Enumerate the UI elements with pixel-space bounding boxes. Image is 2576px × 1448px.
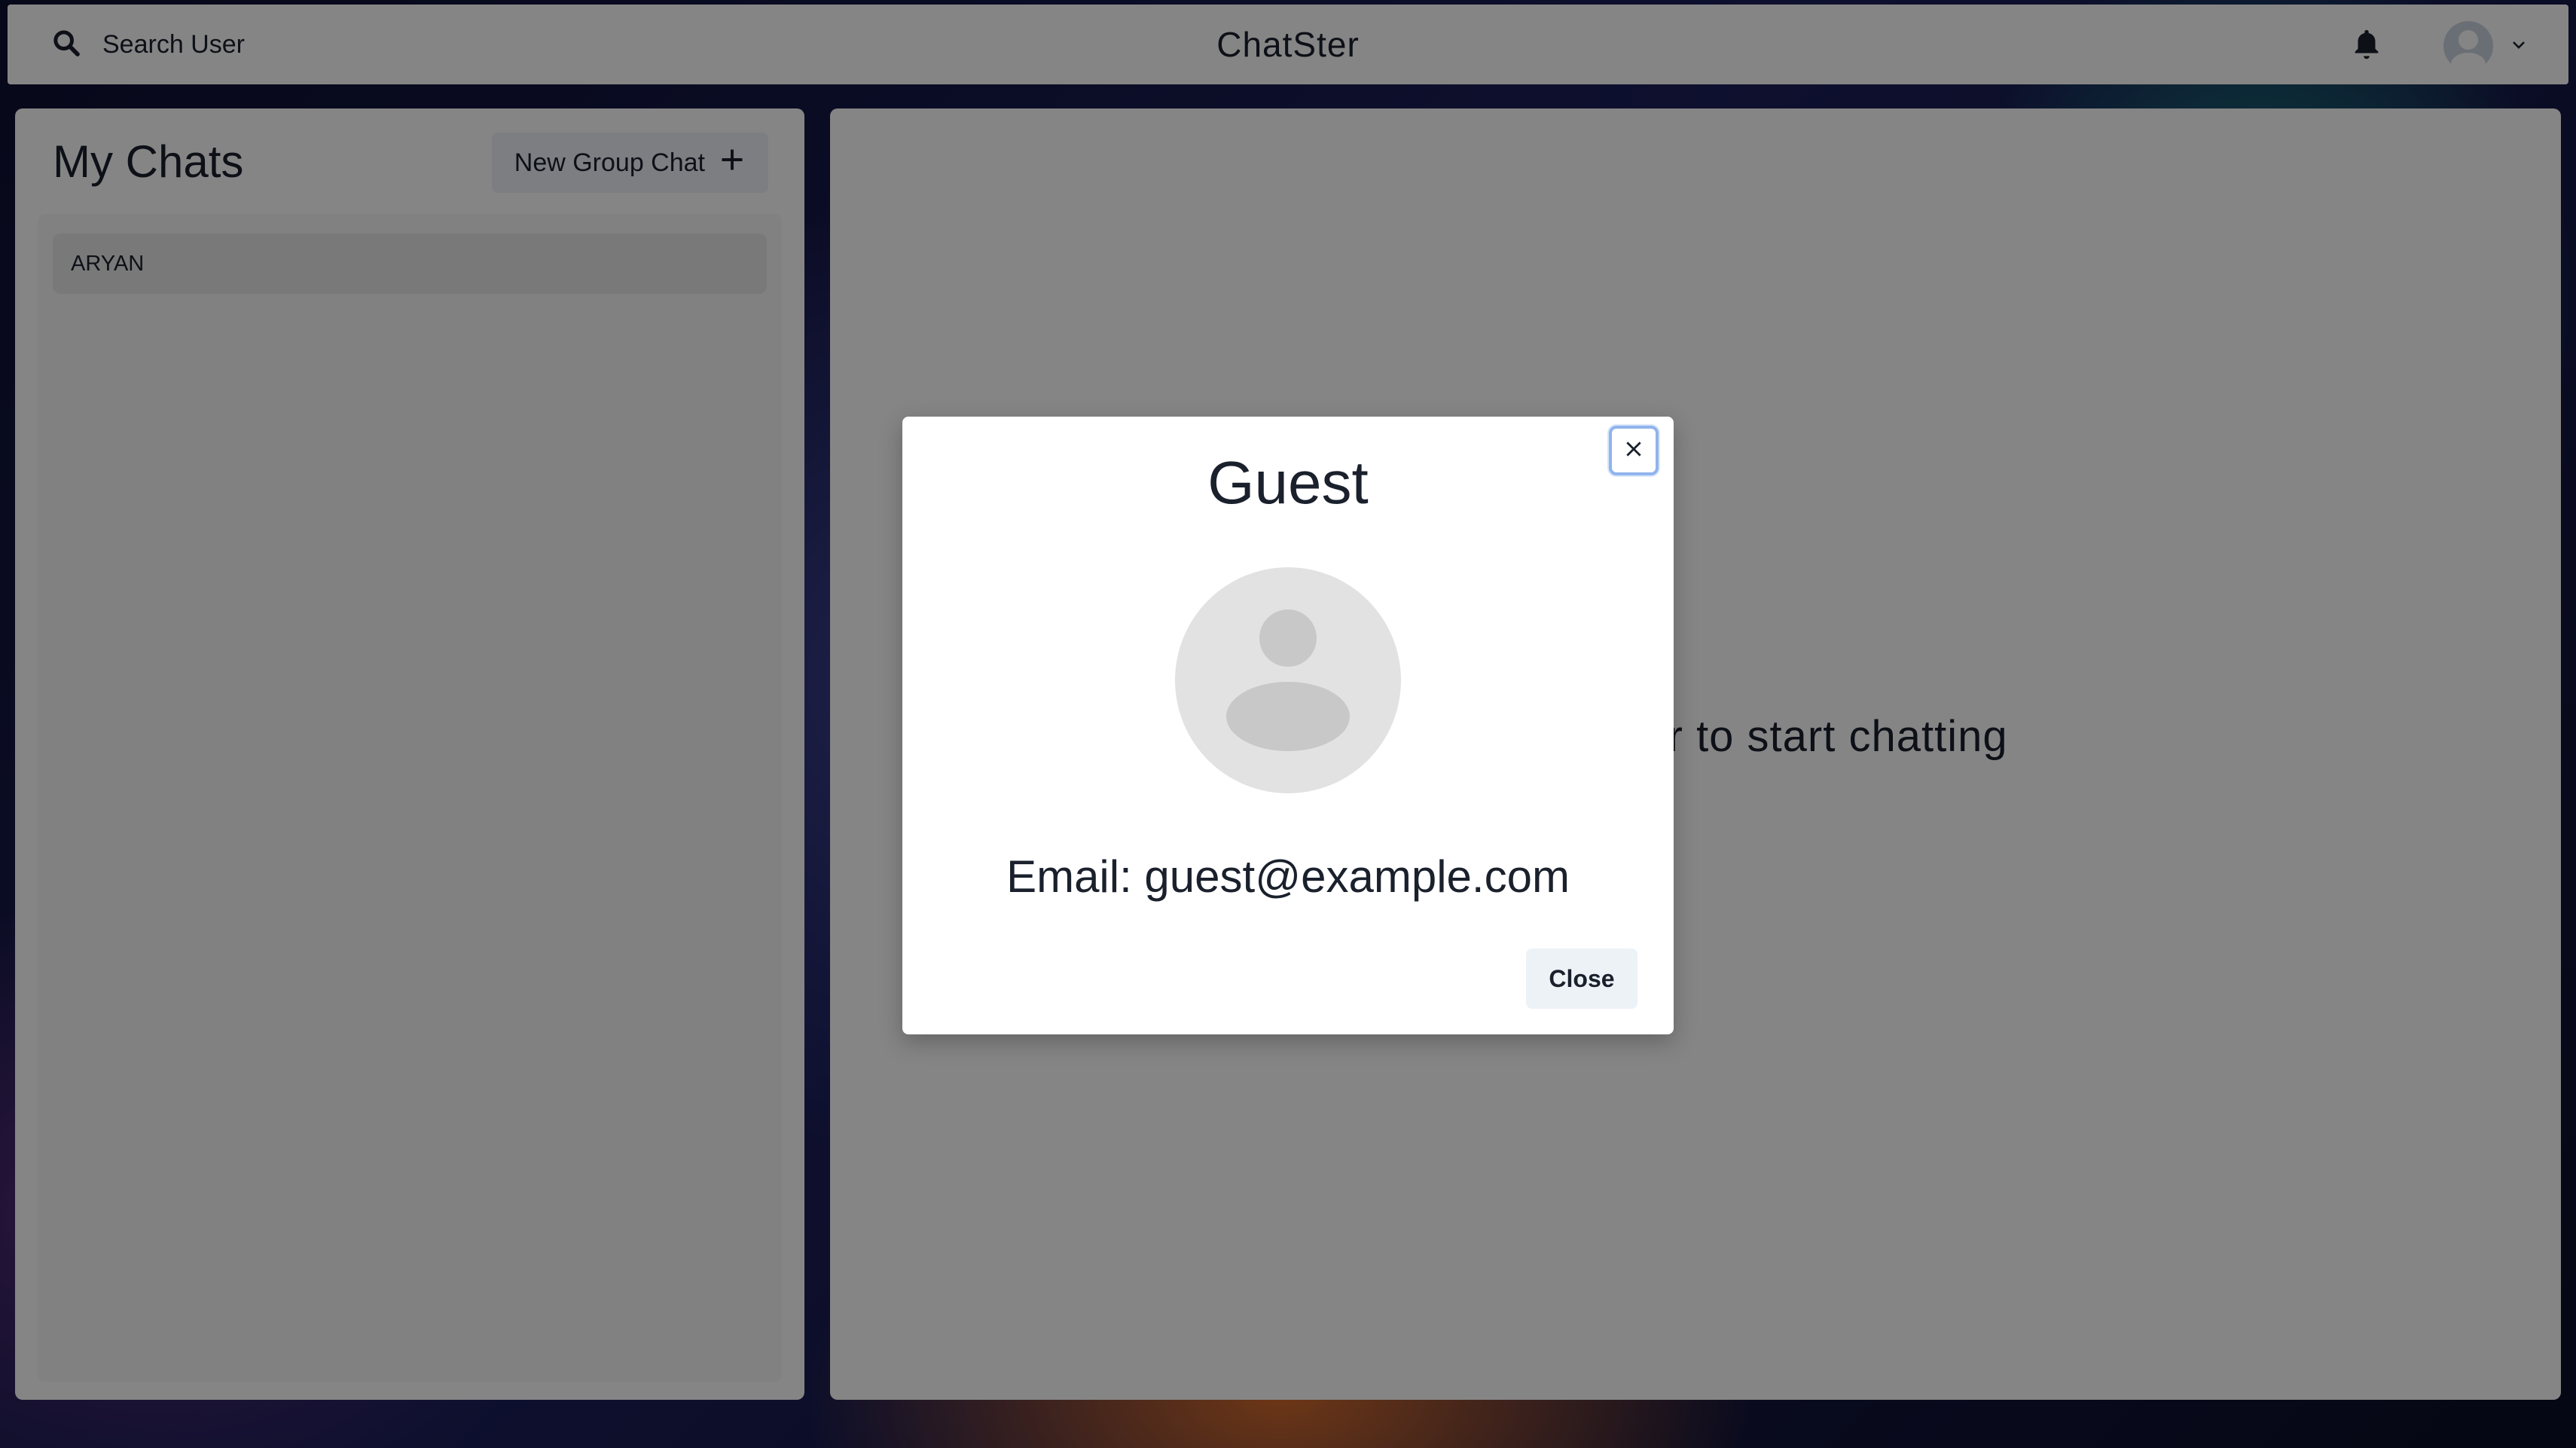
modal-title: Guest xyxy=(1207,449,1369,516)
close-button[interactable]: Close xyxy=(1526,949,1637,1009)
profile-picture xyxy=(1175,567,1401,793)
profile-modal: Guest Email: guest@example.com Close xyxy=(902,417,1674,1034)
profile-email: Email: guest@example.com xyxy=(1006,851,1570,902)
